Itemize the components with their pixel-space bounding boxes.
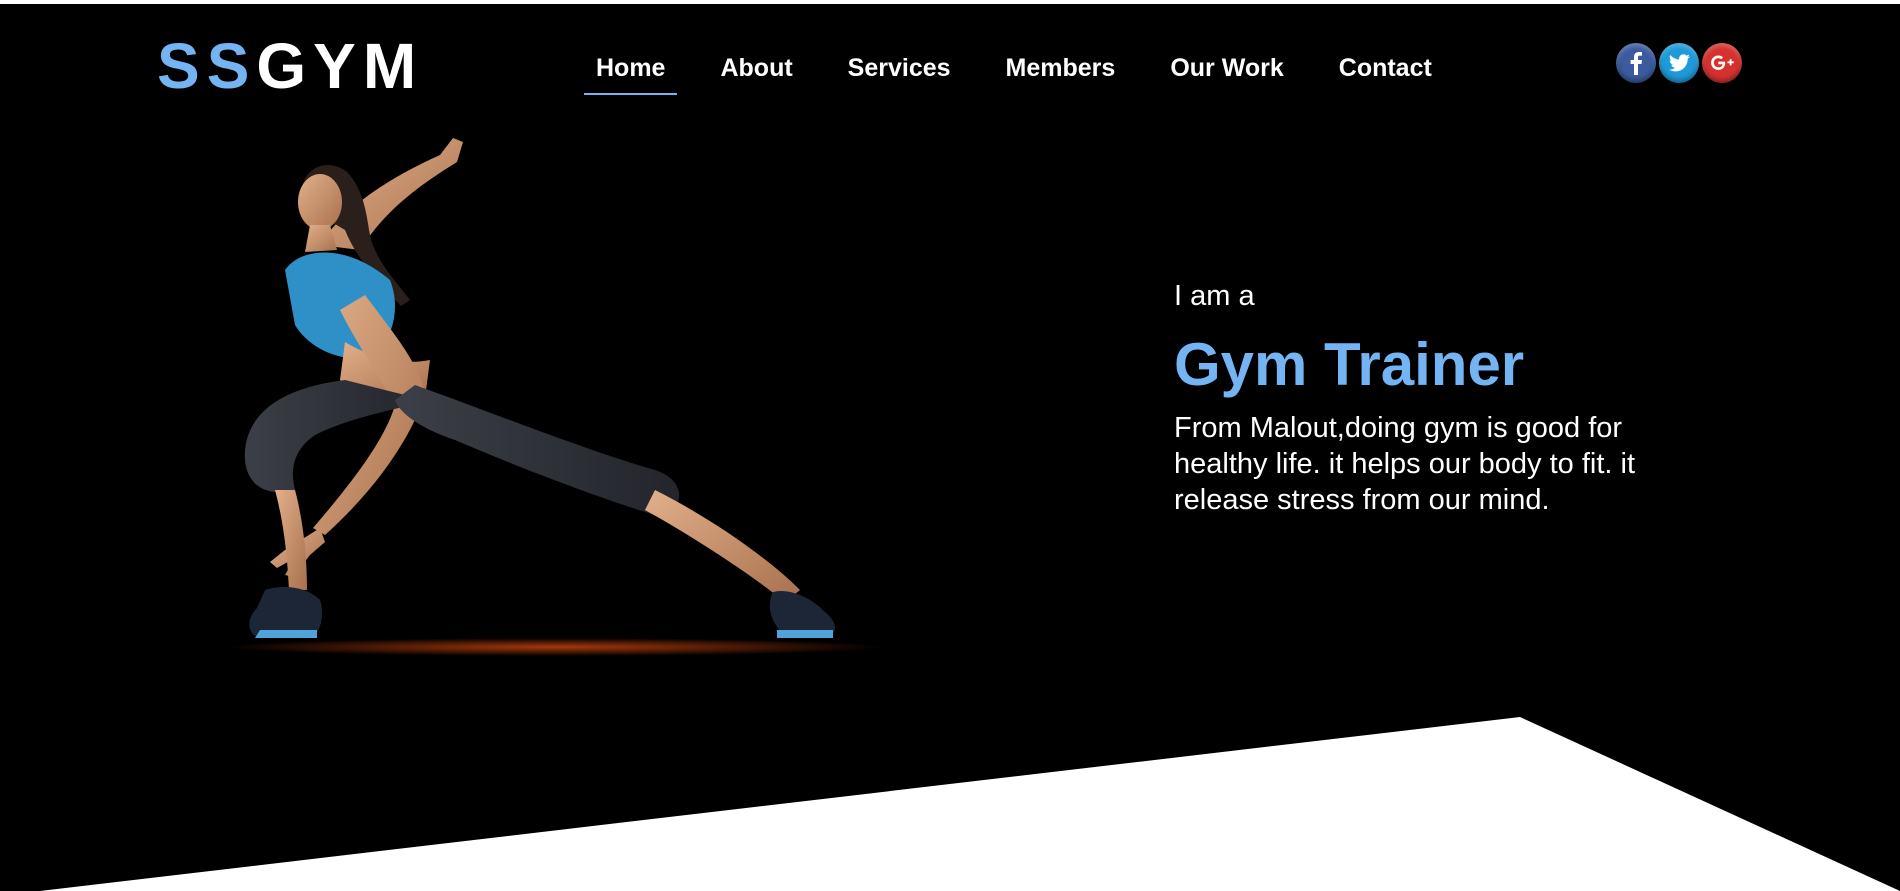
nav-members[interactable]: Members [994, 50, 1128, 95]
nav-about[interactable]: About [708, 50, 804, 95]
site-logo[interactable]: SSGYM [157, 34, 423, 98]
main-nav: Home About Services Members Our Work Con… [584, 50, 1475, 95]
twitter-icon[interactable] [1659, 43, 1699, 83]
logo-part-gym: GYM [256, 30, 424, 102]
logo-part-ss: SS [157, 30, 257, 102]
hero-text: I am a Gym Trainer From Malout,doing gym… [1174, 276, 1734, 518]
nav-contact[interactable]: Contact [1327, 50, 1444, 95]
hero-headline: Gym Trainer [1174, 331, 1525, 398]
site-header: SSGYM Home About Services Members Our Wo… [0, 0, 1900, 110]
google-plus-icon[interactable] [1702, 43, 1742, 83]
facebook-icon[interactable] [1616, 43, 1656, 83]
nav-our-work[interactable]: Our Work [1158, 50, 1295, 95]
page: SSGYM Home About Services Members Our Wo… [0, 0, 1900, 891]
hero-description: From Malout,doing gym is good for health… [1174, 412, 1636, 516]
nav-home[interactable]: Home [584, 50, 678, 95]
athlete-image [225, 130, 905, 675]
hero-intro: I am a [1174, 280, 1255, 312]
nav-services[interactable]: Services [836, 50, 963, 95]
social-links [1616, 43, 1745, 83]
